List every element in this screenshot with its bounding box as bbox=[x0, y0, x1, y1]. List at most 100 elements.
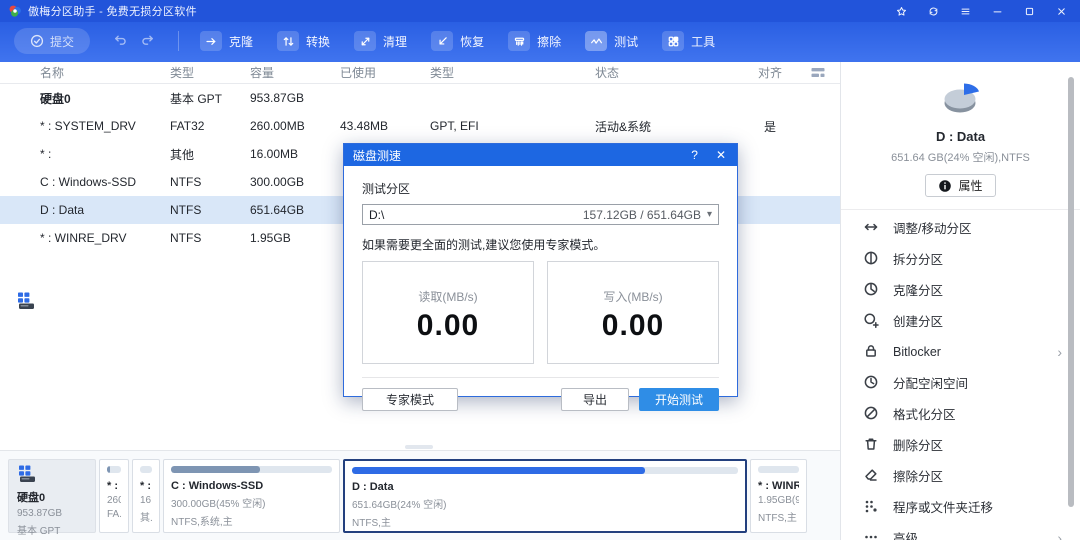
column-header[interactable]: 类型 bbox=[170, 64, 250, 81]
format-icon bbox=[863, 405, 880, 422]
test-icon bbox=[585, 31, 607, 51]
dialog-close-icon[interactable]: ✕ bbox=[716, 148, 726, 162]
usage-bar bbox=[758, 466, 799, 473]
cell-capacity: 651.64GB bbox=[250, 203, 340, 217]
diskmap-partition-block[interactable]: * : WINRE_...1.95GB(99%...NTFS,主 bbox=[750, 459, 807, 533]
sidebar-item-more[interactable]: 高级› bbox=[841, 522, 1080, 540]
cell-capacity: 1.95GB bbox=[250, 231, 340, 245]
favorite-icon[interactable] bbox=[890, 3, 912, 19]
undo-icon[interactable] bbox=[112, 33, 127, 49]
partition-block-text: D : Data bbox=[352, 481, 738, 493]
sidebar-item-migrate[interactable]: 程序或文件夹迁移 bbox=[841, 491, 1080, 522]
table-row[interactable]: 硬盘0基本 GPT953.87GB bbox=[0, 84, 840, 112]
close-icon[interactable] bbox=[1050, 3, 1072, 19]
toolbar-button-label: 测试 bbox=[614, 33, 638, 50]
sidebar-scrollbar-thumb[interactable] bbox=[1068, 77, 1074, 507]
cell-capacity: 953.87GB bbox=[250, 91, 340, 105]
column-header[interactable]: 已使用 bbox=[340, 64, 430, 81]
toolbar-button-clean[interactable]: 清理 bbox=[349, 28, 412, 54]
partition-block-text: * : ... bbox=[107, 480, 121, 492]
window-controls bbox=[890, 3, 1072, 19]
diskmap-partition-block[interactable]: * :16...其... bbox=[132, 459, 160, 533]
redo-icon[interactable] bbox=[141, 33, 156, 49]
usage-bar-fill bbox=[107, 466, 110, 473]
disk-block-text: 硬盘0 bbox=[17, 489, 87, 505]
sidebar: D : Data 651.64 GB(24% 空闲),NTFS 属性 调整/移动… bbox=[840, 62, 1080, 540]
diskmap-disk-block[interactable]: 硬盘0953.87GB基本 GPT bbox=[8, 459, 96, 533]
sidebar-item-wipe[interactable]: 擦除分区 bbox=[841, 460, 1080, 491]
disk-block-text: 基本 GPT bbox=[17, 522, 87, 537]
migrate-icon bbox=[863, 498, 880, 515]
export-button[interactable]: 导出 bbox=[561, 388, 629, 411]
partition-block-text: FA... bbox=[107, 509, 121, 520]
column-header[interactable]: 类型 bbox=[430, 64, 595, 81]
partition-block-text: NTFS,主 bbox=[352, 514, 738, 529]
sidebar-item-clock[interactable]: 分配空闲空间 bbox=[841, 367, 1080, 398]
cell-type: 基本 GPT bbox=[170, 90, 250, 107]
table-header: 名称类型容量已使用类型状态对齐 bbox=[0, 62, 840, 84]
check-circle-icon bbox=[30, 34, 44, 48]
read-speed-panel: 读取(MB/s) 0.00 bbox=[362, 261, 534, 364]
column-header[interactable]: 名称 bbox=[0, 64, 170, 81]
sidebar-item-label: 拆分分区 bbox=[893, 249, 943, 268]
cell-name: C : Windows-SSD bbox=[0, 175, 170, 189]
diskmap-partition-block[interactable]: * : ... 260... FA... bbox=[99, 459, 129, 533]
partition-block-text: 260... bbox=[107, 495, 121, 506]
split-icon bbox=[863, 250, 880, 267]
more-icon bbox=[863, 529, 880, 540]
submit-button[interactable]: 提交 bbox=[14, 28, 90, 54]
toolbar-button-tools[interactable]: 工具 bbox=[657, 28, 720, 54]
sidebar-item-trash[interactable]: 删除分区 bbox=[841, 429, 1080, 460]
sidebar-item-clone-part[interactable]: 克隆分区 bbox=[841, 274, 1080, 305]
sync-icon[interactable] bbox=[922, 3, 944, 19]
app-window: 傲梅分区助手 - 免费无损分区软件 提交 克隆转换清理恢复擦除测试工具 名称类型… bbox=[0, 0, 1080, 540]
toolbar-button-clone[interactable]: 克隆 bbox=[195, 28, 258, 54]
column-header[interactable]: 容量 bbox=[250, 64, 340, 81]
toolbar-button-test[interactable]: 测试 bbox=[580, 28, 643, 54]
cell-capacity: 16.00MB bbox=[250, 147, 340, 161]
cell-fstype: GPT, EFI bbox=[430, 119, 595, 133]
partition-select[interactable]: D:\ 157.12GB / 651.64GB ▾ bbox=[362, 204, 719, 225]
sidebar-item-lock[interactable]: Bitlocker› bbox=[841, 336, 1080, 367]
clone-part-icon bbox=[863, 281, 880, 298]
column-header[interactable]: 对齐 bbox=[735, 64, 805, 81]
disk-block-text: 953.87GB bbox=[17, 508, 87, 519]
properties-button[interactable]: 属性 bbox=[925, 174, 995, 197]
partition-block-text: 16... bbox=[140, 495, 152, 506]
diskmap-partition-block[interactable]: C : Windows-SSD300.00GB(45% 空闲)NTFS,系统,主 bbox=[163, 459, 340, 533]
sidebar-item-resize-move[interactable]: 调整/移动分区 bbox=[841, 212, 1080, 243]
sidebar-item-create-part[interactable]: 创建分区 bbox=[841, 305, 1080, 336]
read-speed-value: 0.00 bbox=[363, 309, 533, 343]
column-header[interactable]: 状态 bbox=[595, 64, 735, 81]
maximize-icon[interactable] bbox=[1018, 3, 1040, 19]
sidebar-item-format[interactable]: 格式化分区 bbox=[841, 398, 1080, 429]
expert-mode-button[interactable]: 专家模式 bbox=[362, 388, 458, 411]
erase-icon bbox=[508, 31, 530, 51]
sidebar-item-label: Bitlocker bbox=[893, 345, 941, 359]
toolbar-button-convert[interactable]: 转换 bbox=[272, 28, 335, 54]
toolbar-button-erase[interactable]: 擦除 bbox=[503, 28, 566, 54]
sidebar-menu: 调整/移动分区拆分分区克隆分区创建分区 Bitlocker›分配空闲空间格式化分区… bbox=[841, 212, 1080, 540]
dialog-titlebar[interactable]: 磁盘测速 ? ✕ bbox=[344, 144, 737, 166]
toolbar: 提交 克隆转换清理恢复擦除 测试 工具 bbox=[0, 22, 1080, 60]
toolbar-button-label: 工具 bbox=[691, 33, 715, 50]
clean-icon bbox=[354, 31, 376, 51]
app-logo-icon bbox=[8, 4, 22, 18]
table-row[interactable]: * : SYSTEM_DRVFAT32260.00MB43.48MBGPT, E… bbox=[0, 112, 840, 140]
sidebar-item-split[interactable]: 拆分分区 bbox=[841, 243, 1080, 274]
window-title: 傲梅分区助手 - 免费无损分区软件 bbox=[28, 3, 197, 19]
partition-select-size: 157.12GB / 651.64GB bbox=[583, 208, 701, 222]
diskmap-partition-block[interactable]: D : Data651.64GB(24% 空闲)NTFS,主 bbox=[343, 459, 747, 533]
minimize-icon[interactable] bbox=[986, 3, 1008, 19]
view-list-icon[interactable] bbox=[810, 66, 826, 80]
dialog-help-icon[interactable]: ? bbox=[691, 148, 698, 162]
wipe-icon bbox=[863, 467, 880, 484]
menu-icon[interactable] bbox=[954, 3, 976, 19]
sidebar-item-label: 创建分区 bbox=[893, 311, 943, 330]
dialog-title: 磁盘测速 bbox=[353, 147, 401, 164]
partition-block-text: * : bbox=[140, 480, 152, 492]
horizontal-scrollbar-thumb[interactable] bbox=[405, 445, 433, 449]
start-test-button[interactable]: 开始测试 bbox=[639, 388, 719, 411]
write-speed-panel: 写入(MB/s) 0.00 bbox=[547, 261, 719, 364]
toolbar-button-recover[interactable]: 恢复 bbox=[426, 28, 489, 54]
